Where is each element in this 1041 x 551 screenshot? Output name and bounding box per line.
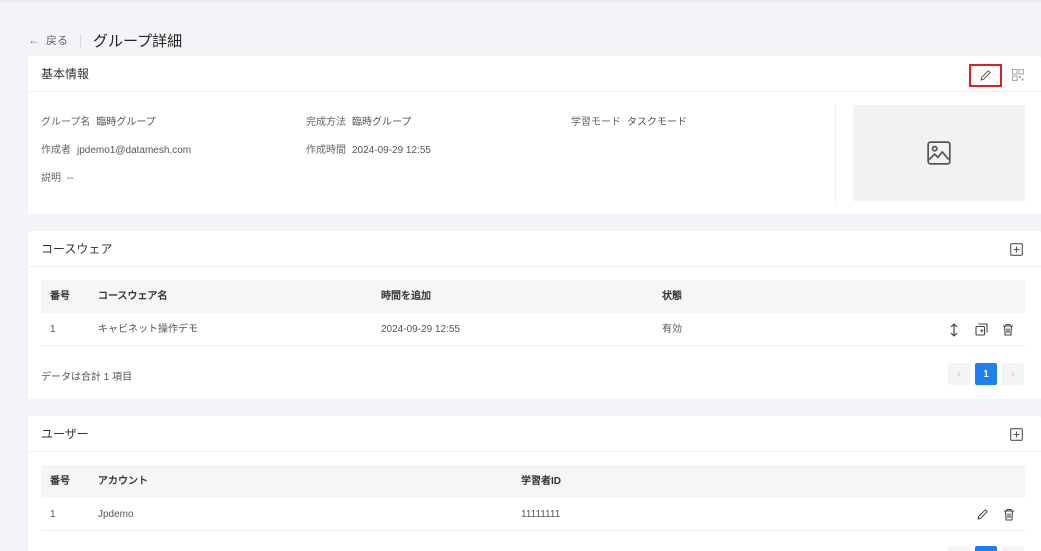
qr-code-button[interactable] [1010,67,1026,83]
courseware-title: コースウェア [41,242,113,256]
account: Jpdemo [98,509,134,520]
back-button[interactable]: ← 戻る [28,32,68,48]
row-number: 1 [50,509,56,520]
table-row[interactable]: 1 キャビネット操作デモ 2024-09-29 12:55 有効 [41,313,1025,346]
field-label: 学習モード [571,117,621,128]
table-header: 番号 アカウント 学習者ID [41,465,1025,498]
delete-icon[interactable] [1001,323,1015,337]
status: 有効 [662,324,682,335]
users-card: ユーザー 番号 アカウント 学習者ID 1 Jpdemo 11111111 [28,416,1041,551]
page-title: グループ詳細 [93,32,183,50]
cover-image-placeholder[interactable] [853,105,1025,201]
field-label: 完成方法 [306,117,346,128]
info-group-name: グループ名 臨時グループ [41,113,156,128]
table-header: 番号 コースウェア名 時間を追加 状態 [41,280,1025,313]
info-creator: 作成者 jpdemo1@datamesh.com [41,141,191,156]
edit-button[interactable] [969,64,1002,87]
field-label: 作成者 [41,145,71,156]
info-completion-method: 完成方法 臨時グループ [306,113,411,128]
field-label: グループ名 [41,117,91,128]
prev-page-button[interactable]: ‹ [948,363,970,385]
total-count: データは合計 1 項目 [41,372,133,383]
basic-info-title: 基本情報 [41,67,90,81]
next-page-button[interactable]: › [1002,363,1024,385]
top-strip [0,0,1041,3]
image-icon [927,141,951,165]
page-1-button[interactable]: 1 [975,363,997,385]
info-divider [835,104,836,202]
row-actions [975,498,1016,531]
edit-icon[interactable] [975,508,989,522]
qr-code-icon [1012,69,1024,81]
row-number: 1 [50,324,56,335]
column-header: コースウェア名 [98,291,168,302]
pagination: ‹ 1 › [948,363,1024,385]
plus-square-icon [1010,428,1023,441]
field-label: 作成時間 [306,145,346,156]
back-label: 戻る [46,35,68,47]
header-divider [80,33,81,47]
table-row[interactable]: 1 Jpdemo 11111111 [41,498,1025,531]
info-description: 説明 -- [41,169,74,184]
page-header: ← 戻る グループ詳細 [28,30,182,50]
field-value: jpdemo1@datamesh.com [77,145,192,156]
column-header: アカウント [98,476,148,487]
delete-icon[interactable] [1002,508,1016,522]
field-value: 2024-09-29 12:55 [352,145,431,156]
field-value: タスクモード [627,117,687,128]
column-header: 学習者ID [521,476,561,487]
copy-icon[interactable] [974,323,988,337]
row-actions [947,313,1015,346]
basic-info-card: 基本情報 グループ名 臨時グループ 完成方法 臨時グループ 学習モード タスクモード … [28,56,1041,214]
add-user-button[interactable] [1010,428,1023,441]
prev-page-button[interactable] [948,546,970,551]
next-page-button[interactable] [1002,546,1024,551]
users-pagination-partial [948,546,1024,551]
field-value: -- [67,173,74,184]
add-courseware-button[interactable] [1010,243,1023,256]
courseware-header: コースウェア [28,231,1041,267]
added-time: 2024-09-29 12:55 [381,324,460,335]
sort-icon[interactable] [947,322,961,337]
column-header: 番号 [50,291,70,302]
courseware-card: コースウェア 番号 コースウェア名 時間を追加 状態 1 キャビネット操作デモ … [28,231,1041,399]
back-arrow-icon: ← [28,33,40,47]
pencil-icon [980,70,991,81]
field-value: 臨時グループ [352,117,412,128]
users-title: ユーザー [41,427,89,441]
courseware-name: キャビネット操作デモ [98,324,198,335]
courseware-table: 番号 コースウェア名 時間を追加 状態 1 キャビネット操作デモ 2024-09… [41,280,1025,346]
column-header: 番号 [50,476,70,487]
plus-square-icon [1010,243,1023,256]
current-page-button[interactable] [975,546,997,551]
users-header: ユーザー [28,416,1041,452]
field-label: 説明 [41,173,61,184]
column-header: 状態 [662,291,682,302]
learner-id: 11111111 [521,509,561,520]
basic-info-header: 基本情報 [28,56,1041,92]
column-header: 時間を追加 [381,291,431,302]
users-table: 番号 アカウント 学習者ID 1 Jpdemo 11111111 [41,465,1025,531]
field-value: 臨時グループ [96,117,156,128]
info-created-time: 作成時間 2024-09-29 12:55 [306,141,431,156]
info-learning-mode: 学習モード タスクモード [571,113,687,128]
